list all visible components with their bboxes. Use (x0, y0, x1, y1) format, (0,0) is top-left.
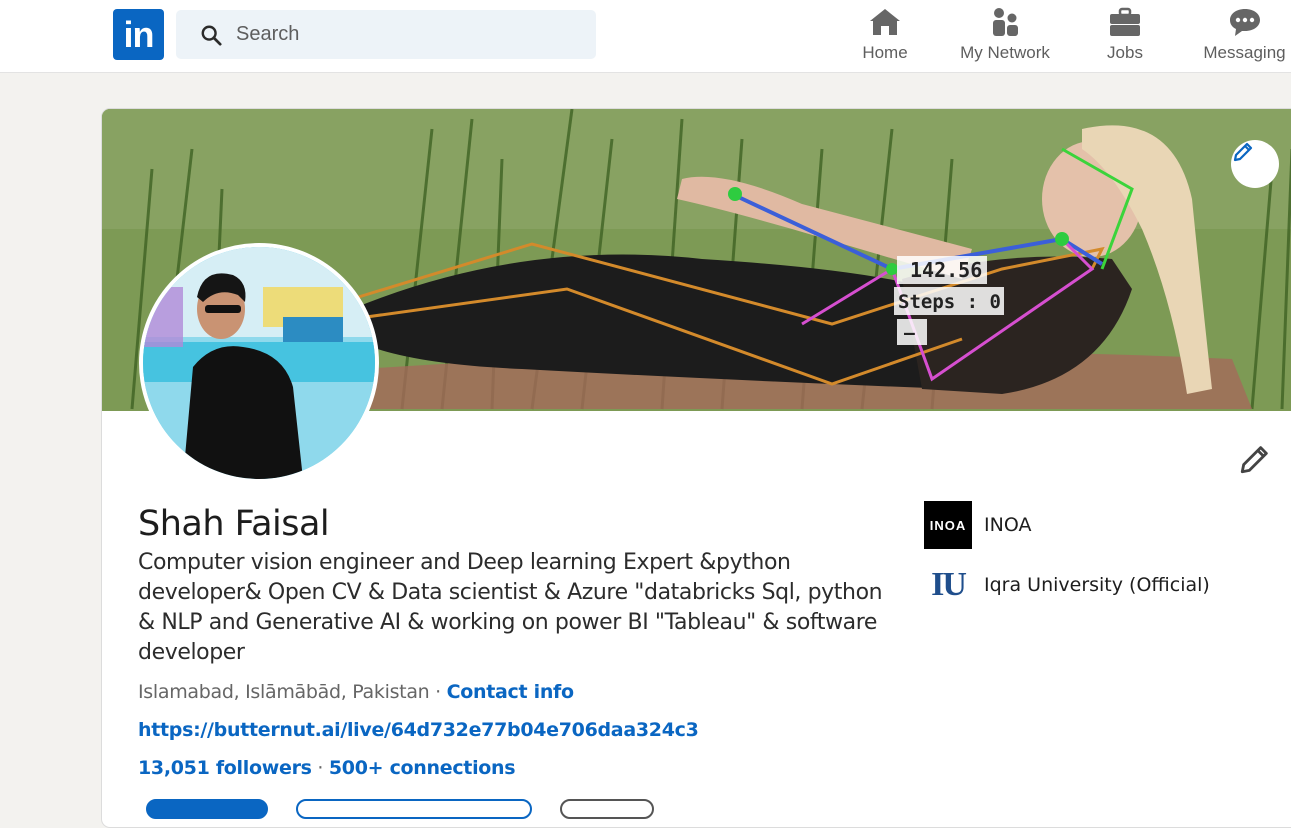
profile-card: 142.56 Steps : 0 – Shah Faisal Computer … (101, 108, 1291, 828)
iqra-university-logo: IU (924, 561, 972, 609)
pencil-icon (1240, 446, 1268, 474)
home-icon (870, 9, 900, 35)
website-link[interactable]: https://butternut.ai/live/64d732e77b04e7… (138, 719, 699, 741)
banner-steps-text: Steps : 0 (898, 291, 1001, 313)
nav-label-home: Home (862, 43, 908, 62)
linkedin-logo[interactable]: in (113, 9, 164, 60)
org-item-iqra-university[interactable]: IU Iqra University (Official) (924, 561, 1210, 609)
network-icon (993, 8, 1018, 36)
nav-item-my-network[interactable]: My Network (950, 6, 1060, 66)
top-nav-bar: in Home My Network Jobs (0, 0, 1291, 73)
location-row: Islamabad, Islāmābād, Pakistan · Contact… (138, 681, 574, 703)
nav-label-my-network: My Network (960, 43, 1050, 62)
pencil-icon (1233, 142, 1253, 162)
banner-dash-text: – (904, 323, 915, 344)
more-button[interactable] (560, 799, 654, 819)
profile-location: Islamabad, Islāmābād, Pakistan (138, 681, 430, 703)
search-input[interactable] (236, 23, 556, 46)
connections-link[interactable]: 500+ connections (329, 757, 516, 779)
profile-headline: Computer vision engineer and Deep learni… (138, 550, 883, 665)
nav-item-home[interactable]: Home (850, 6, 920, 66)
messaging-icon (1229, 9, 1260, 36)
contact-info-link[interactable]: Contact info (447, 681, 574, 703)
search-icon (201, 25, 222, 46)
nav-label-messaging: Messaging (1203, 43, 1286, 62)
location-separator: · (429, 681, 447, 703)
open-to-button[interactable] (146, 799, 268, 819)
edit-intro-button[interactable] (1235, 439, 1275, 479)
org-name: Iqra University (Official) (984, 574, 1210, 596)
search-bar[interactable] (176, 10, 596, 59)
profile-photo[interactable] (139, 243, 379, 483)
org-name: INOA (984, 514, 1032, 536)
org-item-inoa[interactable]: INOA INOA (924, 501, 1031, 549)
nav-item-messaging[interactable]: Messaging (1198, 6, 1291, 66)
stats-row: 13,051 followers · 500+ connections (138, 757, 516, 779)
stats-separator: · (311, 757, 329, 779)
profile-name: Shah Faisal (138, 504, 330, 544)
edit-banner-button[interactable] (1231, 140, 1279, 188)
add-profile-section-button[interactable] (296, 799, 532, 819)
followers-link[interactable]: 13,051 followers (138, 757, 312, 779)
nav-item-jobs[interactable]: Jobs (1095, 6, 1155, 66)
inoa-logo: INOA (924, 501, 972, 549)
profile-photo-image (143, 247, 375, 479)
banner-angle-text: 142.56 (910, 258, 982, 282)
website-row: https://butternut.ai/live/64d732e77b04e7… (138, 719, 699, 741)
briefcase-icon (1110, 7, 1140, 36)
nav-label-jobs: Jobs (1107, 43, 1143, 62)
